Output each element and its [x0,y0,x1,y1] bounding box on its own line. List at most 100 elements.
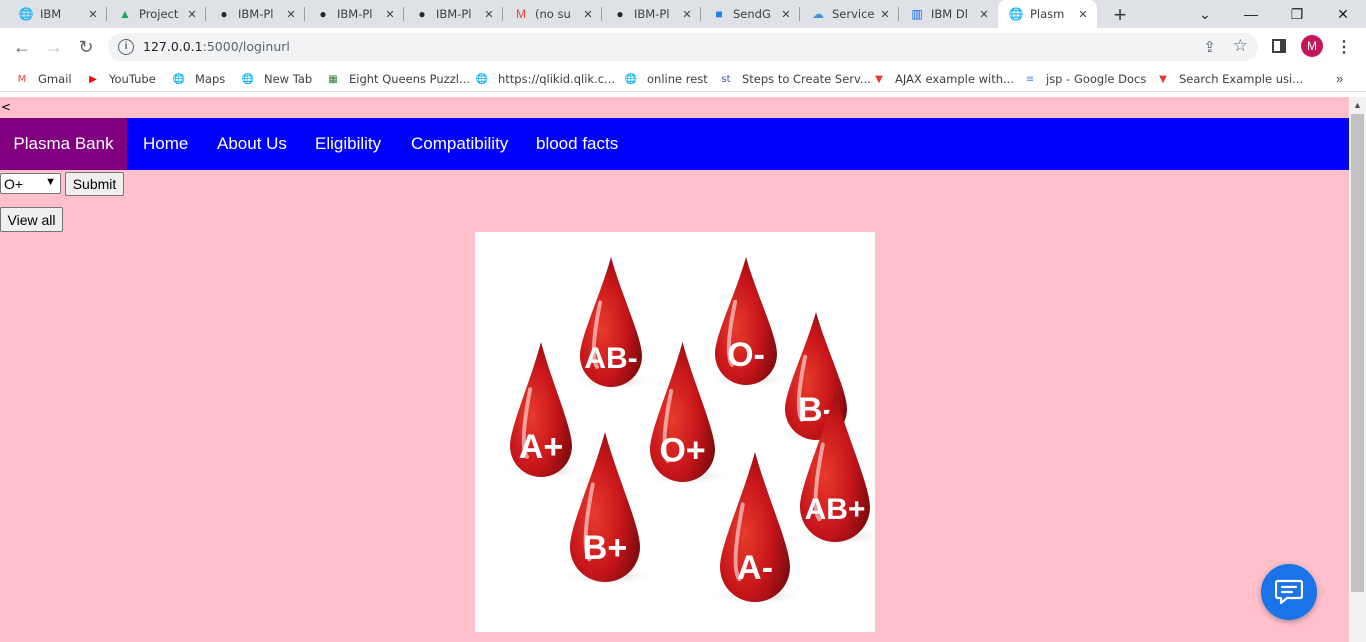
close-window-button[interactable]: ✕ [1320,0,1366,28]
bookmark-item[interactable]: M Gmail [14,70,72,88]
kebab-menu-icon[interactable]: ⋮ [1336,37,1352,57]
nav-blood-facts[interactable]: blood facts [536,118,618,170]
bookmark-label: https://qlikid.qlik.c... [498,72,616,86]
bookmark-label: AJAX example with... [895,72,1014,86]
browser-tab[interactable]: ● IBM-Pl ✕ [602,0,701,28]
bookmark-label: Gmail [38,72,72,86]
site-info-icon[interactable]: i [118,39,134,55]
close-tab-icon[interactable]: ✕ [877,8,893,21]
bookmark-item[interactable]: ▼ AJAX example with... [871,70,1014,88]
github-icon: ● [616,7,624,21]
close-tab-icon[interactable]: ✕ [976,8,992,21]
browser-tab[interactable]: ■ SendG ✕ [701,0,800,28]
bookmark-item[interactable]: ≡ jsp - Google Docs [1022,70,1147,88]
image-icon: ▦ [328,73,338,85]
bookmark-item[interactable]: 🌐 Maps [171,70,226,88]
browser-tab[interactable]: 🌐 IBM ✕ [8,0,107,28]
side-panel-icon[interactable] [1272,39,1286,53]
browser-tab[interactable]: ▲ Project ✕ [107,0,206,28]
close-tab-icon[interactable]: ✕ [382,8,398,21]
profile-avatar[interactable]: M [1301,35,1323,57]
browser-tab[interactable]: 🌐 Plasm ✕ [998,0,1097,28]
github-icon: ● [418,7,426,21]
tab-search-icon[interactable]: ⌄ [1182,0,1228,28]
blood-group-select[interactable]: O+ ▼ [0,173,61,194]
bookmark-item[interactable]: 🌐 New Tab [240,70,312,88]
blood-type-label: AB+ [805,493,866,526]
close-tab-icon[interactable]: ✕ [778,8,794,21]
browser-tab[interactable]: ▥ IBM Dl ✕ [899,0,998,28]
bookmarks-bar: M Gmail ▶ YouTube 🌐 Maps 🌐 New Tab ▦ Eight Queens… [0,66,1366,92]
bookmark-item[interactable]: ▶ YouTube [85,70,156,88]
bookmark-label: Search Example usi... [1179,72,1304,86]
back-marker-text: < [1,100,12,114]
forward-button[interactable]: → [41,35,67,59]
scrollbar-thumb[interactable] [1351,114,1364,592]
close-tab-icon[interactable]: ✕ [85,8,101,21]
bookmark-item[interactable]: ▦ Eight Queens Puzzl... [325,70,470,88]
bookmark-item[interactable]: st Steps to Create Serv... [718,70,870,88]
bookmark-item[interactable]: 🌐 https://qlikid.qlik.c... [474,70,615,88]
nav-about-us[interactable]: About Us [217,118,287,170]
globe-icon: 🌐 [241,73,255,85]
browser-tab[interactable]: M (no su ✕ [503,0,602,28]
bookmark-label: jsp - Google Docs [1046,72,1147,86]
browser-tab[interactable]: ● IBM-Pl ✕ [305,0,404,28]
bookmark-label: online rest [647,72,708,86]
reload-button[interactable]: ↻ [73,35,99,59]
t-icon: ▼ [875,73,883,85]
back-button[interactable]: ← [9,35,35,59]
github-icon: ● [319,7,327,21]
youtube-icon: ▶ [89,73,97,85]
close-tab-icon[interactable]: ✕ [1075,8,1091,21]
blood-type-label: AB- [584,342,637,375]
t-icon: ▼ [1159,73,1167,85]
site-navbar: Plasma Bank Home About Us Eligibility Co… [0,118,1349,170]
blood-type-label: O- [727,336,765,374]
bookmark-label: Eight Queens Puzzl... [349,72,470,86]
github-icon: ● [220,7,228,21]
new-tab-button[interactable]: + [1108,2,1132,28]
bookmarks-overflow-button[interactable]: » [1336,71,1343,86]
bookmark-item[interactable]: 🌐 online rest [623,70,708,88]
cloud-icon: ☁ [812,7,824,21]
minimize-button[interactable]: — [1228,0,1274,28]
nav-home[interactable]: Home [143,118,188,170]
tab-title: Project [139,7,179,21]
close-tab-icon[interactable]: ✕ [679,8,695,21]
globe-icon: 🌐 [475,73,489,85]
blood-type-label: O+ [659,432,705,470]
restore-button[interactable]: ❐ [1274,0,1320,28]
close-tab-icon[interactable]: ✕ [184,8,200,21]
close-tab-icon[interactable]: ✕ [481,8,497,21]
brand-link[interactable]: Plasma Bank [0,118,127,170]
tab-title: (no su [535,7,571,21]
address-bar[interactable]: i 127.0.0.1:5000/loginurl ⇪ ☆ [108,33,1258,61]
browser-tab[interactable]: ● IBM-Pl ✕ [404,0,503,28]
chevron-down-icon: ▼ [45,176,56,188]
close-tab-icon[interactable]: ✕ [580,8,596,21]
globe-icon: 🌐 [624,73,638,85]
blood-type-label: A+ [519,428,563,466]
globe-icon: 🌐 [172,73,186,85]
nav-eligibility[interactable]: Eligibility [315,118,381,170]
bookmark-item[interactable]: ▼ Search Example usi... [1155,70,1303,88]
gmail-icon: M [17,73,27,85]
browser-tab[interactable]: ● IBM-Pl ✕ [206,0,305,28]
chat-support-button[interactable] [1261,564,1317,620]
sendgrid-icon: ■ [715,7,723,21]
browser-tab[interactable]: ☁ Service ✕ [800,0,899,28]
submit-button[interactable]: Submit [65,172,124,196]
bookmark-star-icon[interactable]: ☆ [1233,36,1248,56]
scroll-up-arrow-icon[interactable]: ▲ [1353,100,1362,110]
page-scrollbar[interactable]: ▲ [1349,97,1366,642]
browser-toolbar: ← → ↻ i 127.0.0.1:5000/loginurl ⇪ ☆ M ⋮ [0,28,1366,66]
tab-title: IBM Dl [931,7,968,21]
close-tab-icon[interactable]: ✕ [283,8,299,21]
nav-compatibility[interactable]: Compatibility [411,118,508,170]
view-all-button[interactable]: View all [0,207,63,232]
st-icon: st [721,73,731,85]
url-text[interactable]: 127.0.0.1:5000/loginurl [143,39,290,54]
tab-title: IBM-Pl [337,7,373,21]
share-icon[interactable]: ⇪ [1203,38,1216,56]
